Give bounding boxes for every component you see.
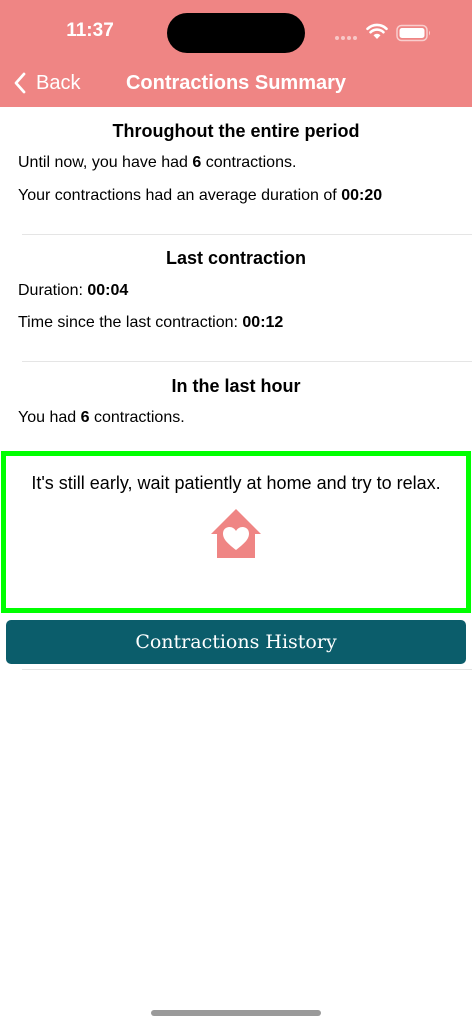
total-count-line: Until now, you have had 6 contractions. <box>18 154 297 171</box>
contractions-summary-screen: 11:37 Back Contractions Summary Througho… <box>0 0 472 1024</box>
history-button-label: Contractions History <box>135 631 337 653</box>
wifi-icon <box>366 23 388 39</box>
divider <box>22 361 472 362</box>
last-hour-count-value: 6 <box>80 409 90 426</box>
dynamic-island <box>167 13 305 53</box>
home-heart-icon <box>211 509 261 558</box>
page-title: Contractions Summary <box>125 72 347 94</box>
last-duration-line: Duration: 00:04 <box>18 282 129 299</box>
total-count-value: 6 <box>192 154 202 171</box>
status-time: 11:37 <box>66 20 114 41</box>
average-duration-value: 00:20 <box>341 187 383 204</box>
divider <box>22 234 472 235</box>
last-duration-value: 00:04 <box>87 282 129 299</box>
section-title: Throughout the entire period <box>112 121 360 141</box>
battery-icon <box>396 24 430 42</box>
time-since-value: 00:12 <box>242 314 284 331</box>
entire-period-section: Throughout the entire period Until now, … <box>0 121 472 233</box>
advice-message-box: It's still early, wait patiently at home… <box>1 451 471 613</box>
time-since-line: Time since the last contraction: 00:12 <box>18 314 284 331</box>
section-title: Last contraction <box>165 248 307 268</box>
section-title: In the last hour <box>171 376 301 396</box>
contractions-history-button[interactable]: Contractions History <box>6 620 466 664</box>
header: 11:37 Back Contractions Summary <box>0 0 472 107</box>
cellular-signal-icon <box>335 36 359 40</box>
advice-message: It's still early, wait patiently at home… <box>31 473 441 493</box>
last-contraction-section: Last contraction Duration: 00:04 Time si… <box>0 248 472 360</box>
average-duration-line: Your contractions had an average duratio… <box>18 187 383 204</box>
last-hour-count-line: You had 6 contractions. <box>18 409 185 426</box>
last-hour-section: In the last hour You had 6 contractions. <box>0 376 472 446</box>
divider <box>22 669 472 670</box>
home-indicator <box>151 1010 321 1016</box>
